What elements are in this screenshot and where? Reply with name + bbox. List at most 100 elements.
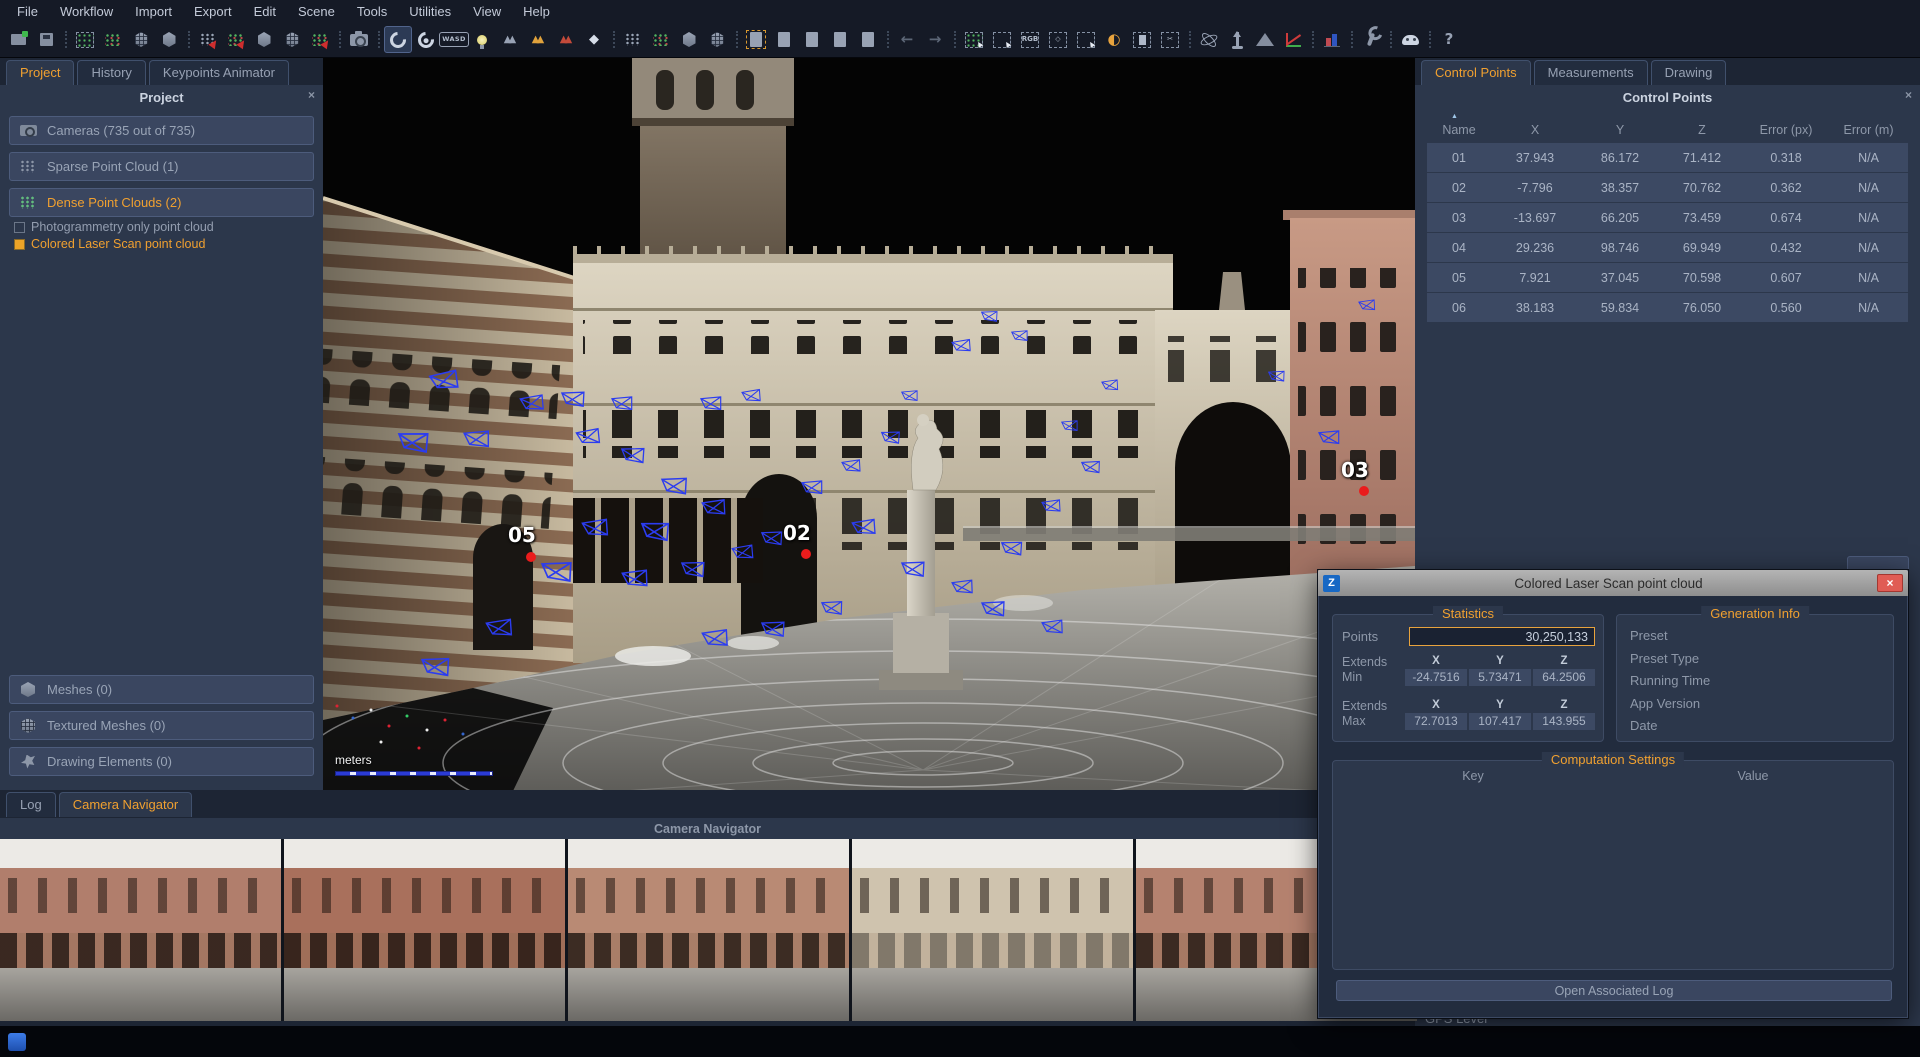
close-icon[interactable]: ×: [1905, 88, 1912, 102]
control-point-row[interactable]: 03 -13.697 66.205 73.459 0.674 N/A: [1427, 203, 1908, 233]
mask-button[interactable]: [1396, 26, 1424, 53]
tree-item-laser-scan-cloud[interactable]: Colored Laser Scan point cloud: [14, 237, 323, 251]
document-run-button[interactable]: [798, 26, 826, 53]
checkbox-unchecked[interactable]: [14, 221, 25, 233]
menu-item[interactable]: File: [6, 2, 49, 21]
sidebar-item-sparse-point-cloud[interactable]: Sparse Point Cloud (1): [9, 152, 314, 181]
column-header[interactable]: Name: [1427, 123, 1491, 137]
sidebar-item-dense-point-clouds[interactable]: Dense Point Clouds (2): [9, 188, 314, 217]
redo-button[interactable]: →: [921, 26, 949, 53]
points-marker-button[interactable]: [306, 26, 334, 53]
control-point-dot[interactable]: [526, 552, 536, 562]
open-associated-log-button[interactable]: Open Associated Log: [1336, 980, 1892, 1001]
wireframe-shading-button[interactable]: ▲▲: [552, 26, 580, 53]
show-mesh-button[interactable]: [675, 26, 703, 53]
textured-mesh-button[interactable]: [278, 26, 306, 53]
column-header[interactable]: Z: [1661, 123, 1743, 137]
document-add-button[interactable]: [770, 26, 798, 53]
cut-selection-button[interactable]: ✂: [1156, 26, 1184, 53]
plane-tool-button[interactable]: [1251, 26, 1279, 53]
delete-points-button[interactable]: [1072, 26, 1100, 53]
dense-marker-button[interactable]: [222, 26, 250, 53]
import-document-button[interactable]: [742, 26, 770, 53]
camera-thumbnail[interactable]: [0, 839, 281, 1021]
laser-scan-properties-dialog[interactable]: Z Colored Laser Scan point cloud × Stati…: [1318, 570, 1908, 1018]
view-images-button[interactable]: [71, 26, 99, 53]
invert-selection-button[interactable]: ◐: [1100, 26, 1128, 53]
control-point-row[interactable]: 01 37.943 86.172 71.412 0.318 N/A: [1427, 143, 1908, 173]
column-header[interactable]: Error (px): [1743, 123, 1829, 137]
tab-project[interactable]: Project: [6, 60, 75, 85]
mesh-button[interactable]: [155, 26, 183, 53]
tab-keypoints-animator[interactable]: Keypoints Animator: [148, 60, 289, 85]
menu-item[interactable]: View: [462, 2, 512, 21]
tree-item-photogrammetry-cloud[interactable]: Photogrammetry only point cloud: [14, 220, 323, 234]
checkbox-checked[interactable]: [14, 238, 25, 250]
sidebar-item-meshes[interactable]: Meshes (0): [9, 675, 314, 704]
help-button[interactable]: ?: [1435, 26, 1463, 53]
camera-thumbnail[interactable]: [568, 839, 849, 1021]
flat-shading-button[interactable]: ▲▲: [496, 26, 524, 53]
tab-drawing[interactable]: Drawing: [1650, 60, 1727, 85]
column-header[interactable]: X: [1491, 123, 1579, 137]
report-chart-button[interactable]: [1318, 26, 1346, 53]
close-icon[interactable]: ×: [308, 88, 315, 102]
column-header[interactable]: Error (m): [1829, 123, 1908, 137]
tab-history[interactable]: History: [77, 60, 146, 85]
control-point-row[interactable]: 05 7.921 37.045 70.598 0.607 N/A: [1427, 263, 1908, 293]
sidebar-item-drawing-elements[interactable]: Drawing Elements (0): [9, 747, 314, 776]
control-point-row[interactable]: 04 29.236 98.746 69.949 0.432 N/A: [1427, 233, 1908, 263]
sidebar-item-cameras[interactable]: Cameras (735 out of 735): [9, 116, 314, 145]
tab-log[interactable]: Log: [6, 792, 56, 817]
wasd-mode-button[interactable]: WASD: [439, 26, 469, 53]
points-value-field[interactable]: 30,250,133: [1409, 627, 1595, 646]
settings-wrench-button[interactable]: [1357, 26, 1385, 53]
column-header[interactable]: Y: [1579, 123, 1661, 137]
control-point-tool-button[interactable]: [1223, 26, 1251, 53]
menu-item[interactable]: Utilities: [398, 2, 462, 21]
3d-viewport[interactable]: 05 02 03 meters: [323, 58, 1415, 790]
menu-item[interactable]: Workflow: [49, 2, 124, 21]
select-shape-button[interactable]: ◇: [1044, 26, 1072, 53]
tab-control-points[interactable]: Control Points: [1421, 60, 1531, 85]
sidebar-item-textured-meshes[interactable]: Textured Meshes (0): [9, 711, 314, 740]
sort-ascending-icon[interactable]: ▲: [1451, 113, 1458, 120]
rotate-around-point-button[interactable]: [412, 26, 440, 53]
menu-item[interactable]: Scene: [287, 2, 346, 21]
dense-point-cloud-button[interactable]: [127, 26, 155, 53]
camera-thumbnail[interactable]: [852, 839, 1133, 1021]
menu-item[interactable]: Edit: [243, 2, 287, 21]
orbit-gizmo-button[interactable]: [1195, 26, 1223, 53]
tab-camera-navigator[interactable]: Camera Navigator: [58, 792, 193, 817]
menu-item[interactable]: Import: [124, 2, 183, 21]
menu-item[interactable]: Tools: [346, 2, 398, 21]
edit-points-button[interactable]: [988, 26, 1016, 53]
save-project-button[interactable]: [32, 26, 60, 53]
sparse-point-cloud-button[interactable]: [99, 26, 127, 53]
gem-render-button[interactable]: ◆: [580, 26, 608, 53]
control-point-row[interactable]: 02 -7.796 38.357 70.762 0.362 N/A: [1427, 173, 1908, 203]
screenshot-camera-button[interactable]: [345, 26, 373, 53]
camera-thumbnail[interactable]: [284, 839, 565, 1021]
select-points-button[interactable]: [960, 26, 988, 53]
show-textured-button[interactable]: [703, 26, 731, 53]
show-sparse-button[interactable]: [619, 26, 647, 53]
textured-shading-button[interactable]: ▲▲: [524, 26, 552, 53]
document-zoom-button[interactable]: [826, 26, 854, 53]
dialog-close-button[interactable]: ×: [1877, 574, 1903, 592]
axes-tool-button[interactable]: [1279, 26, 1307, 53]
control-point-dot[interactable]: [1359, 486, 1369, 496]
show-dense-button[interactable]: [647, 26, 675, 53]
document-power-button[interactable]: [854, 26, 882, 53]
tab-measurements[interactable]: Measurements: [1533, 60, 1648, 85]
rgb-filter-button[interactable]: RGB: [1016, 26, 1044, 53]
control-point-dot[interactable]: [801, 549, 811, 559]
lighting-button[interactable]: [468, 26, 496, 53]
orbit-mode-button[interactable]: [384, 26, 412, 53]
new-project-button[interactable]: [4, 26, 32, 53]
control-point-row[interactable]: 06 38.183 59.834 76.050 0.560 N/A: [1427, 293, 1908, 323]
dialog-title-bar[interactable]: Z Colored Laser Scan point cloud ×: [1318, 570, 1908, 596]
sparse-marker-button[interactable]: [194, 26, 222, 53]
mesh-solid-button[interactable]: [250, 26, 278, 53]
undo-button[interactable]: ←: [893, 26, 921, 53]
